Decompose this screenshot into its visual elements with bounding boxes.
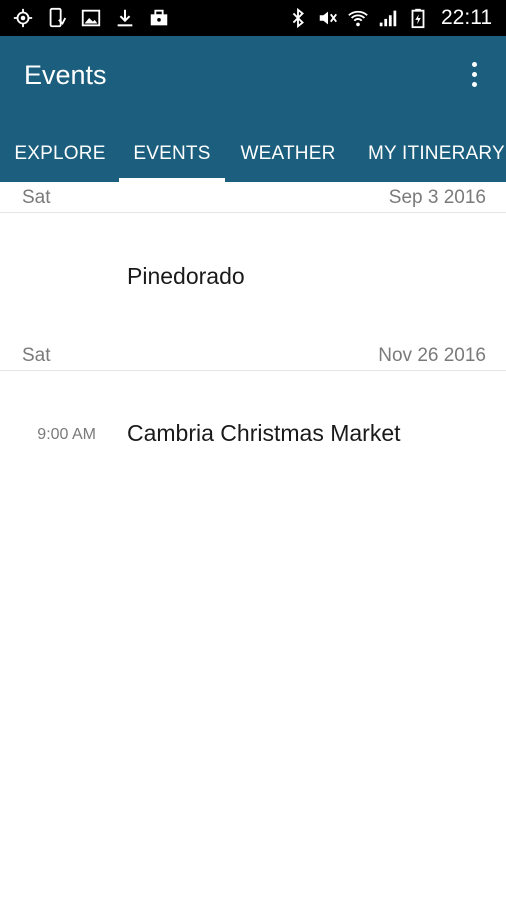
bluetooth-icon [287,7,309,29]
tab-my-itinerary[interactable]: MY ITINERARY [354,126,506,182]
overflow-menu-icon[interactable] [462,58,486,90]
wifi-icon [347,7,369,29]
overflow-dot [471,61,477,67]
tab-weather[interactable]: WEATHER [229,126,347,182]
page-title: Events [24,60,107,90]
day-date: Nov 26 2016 [378,345,486,366]
briefcase-icon [148,7,170,29]
status-bar: 22:11 [0,0,506,36]
day-date: Sep 3 2016 [388,187,486,208]
event-row-pinedorado[interactable]: Pinedorado [0,247,506,307]
battery-icon [407,7,429,29]
download-icon [114,7,136,29]
location-icon [12,7,34,29]
overflow-dot [471,81,477,87]
event-row-cambria-christmas-market[interactable]: 9:00 AM Cambria Christmas Market [0,404,506,464]
overflow-dot [471,71,477,77]
phone-sync-icon [46,7,68,29]
signal-icon [377,7,399,29]
tab-bar: EXPLORE EVENTS WEATHER MY ITINERARY [0,126,506,182]
image-icon [80,7,102,29]
tab-events[interactable]: EVENTS [119,126,225,182]
day-of-week: Sat [22,345,51,366]
status-bar-system: 22:11 [287,4,492,32]
events-list: Sat Sep 3 2016 Pinedorado Sat Nov 26 201… [0,182,506,900]
day-header: Sat Nov 26 2016 [0,340,506,371]
app-bar: Events EXPLORE EVENTS WEATHER MY ITINERA… [0,36,506,182]
mute-icon [317,7,339,29]
event-name: Pinedorado [127,263,245,289]
event-name: Cambria Christmas Market [127,420,401,446]
clock: 22:11 [441,6,492,29]
event-time: 9:00 AM [37,426,96,443]
day-header: Sat Sep 3 2016 [0,182,506,213]
tab-explore[interactable]: EXPLORE [0,126,120,182]
day-of-week: Sat [22,187,51,208]
status-bar-notifications [12,6,170,30]
